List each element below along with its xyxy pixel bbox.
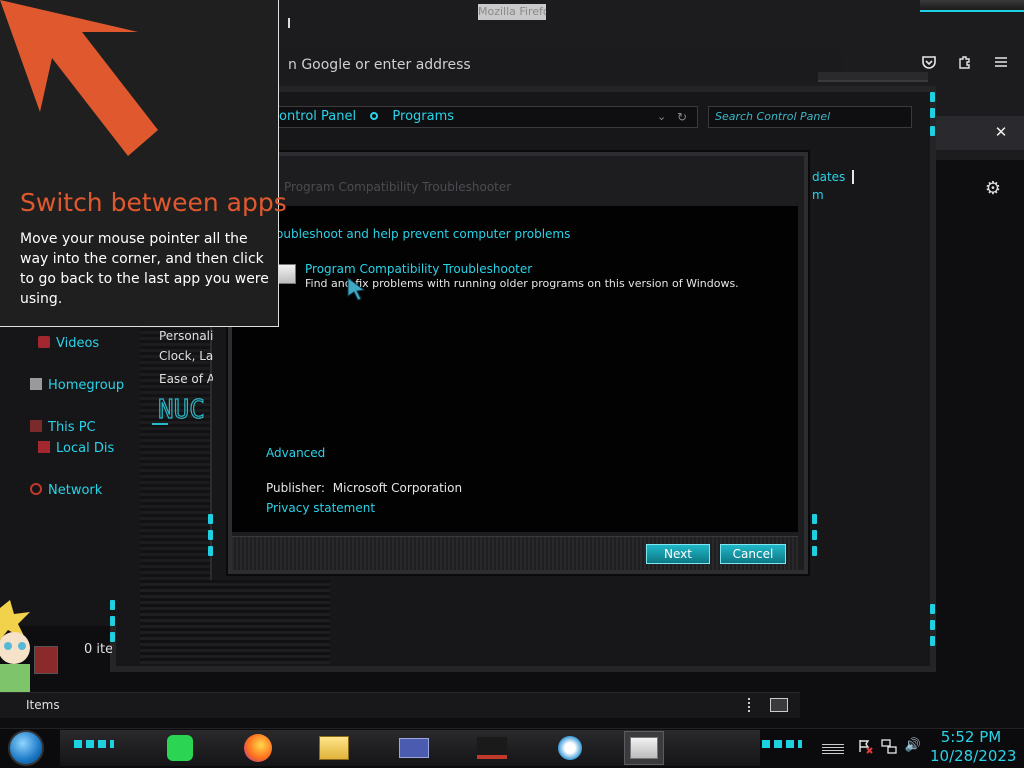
breadcrumb-separator-icon bbox=[370, 112, 379, 120]
frame-accent bbox=[812, 546, 817, 556]
nav-item-network[interactable]: Network bbox=[30, 483, 102, 498]
dialog-footer bbox=[232, 536, 798, 570]
spotify-icon[interactable] bbox=[160, 731, 200, 765]
publisher-info: Publisher: Microsoft Corporation bbox=[266, 481, 462, 495]
gear-icon[interactable]: ⚙ bbox=[980, 176, 1006, 202]
breadcrumb-programs[interactable]: Programs bbox=[392, 109, 454, 124]
frame-accent bbox=[110, 616, 115, 626]
cancel-button[interactable]: Cancel bbox=[720, 544, 786, 564]
control-panel-search-input[interactable]: Search Control Panel bbox=[708, 106, 912, 128]
taskbar-accent bbox=[74, 740, 114, 748]
firefox-icon[interactable] bbox=[238, 731, 278, 765]
publisher-value: Microsoft Corporation bbox=[332, 481, 463, 495]
control-panel-right-links: dates m bbox=[812, 168, 852, 204]
troubleshooter-item-title[interactable]: Program Compatibility Troubleshooter bbox=[305, 262, 532, 276]
status-items-label: Items bbox=[26, 698, 60, 712]
network-icon bbox=[30, 483, 42, 495]
firefox-title: Mozilla Firefox bbox=[478, 4, 546, 20]
videos-icon bbox=[38, 336, 50, 348]
frame-accent bbox=[930, 604, 935, 614]
clock-time[interactable]: 5:52 PM bbox=[940, 728, 1002, 746]
frame-accent bbox=[812, 514, 817, 524]
mouse-cursor-icon bbox=[346, 276, 368, 302]
frame-accent bbox=[930, 126, 935, 136]
window-accent-bar bbox=[920, 0, 1024, 12]
category-ease-of-access[interactable]: Ease of Ac bbox=[159, 372, 213, 386]
link-partial[interactable]: dates bbox=[812, 168, 852, 186]
nav-item-label: Homegroup bbox=[48, 378, 125, 393]
skin-logo: NUC bbox=[148, 388, 210, 430]
control-panel-icon[interactable] bbox=[394, 731, 434, 765]
next-button[interactable]: Next bbox=[646, 544, 710, 564]
disk-icon bbox=[38, 441, 50, 453]
category-personalization[interactable]: Personaliz bbox=[159, 329, 213, 343]
troubleshooter-icon bbox=[278, 264, 296, 284]
breadcrumb-control-panel[interactable]: ontrol Panel bbox=[279, 109, 356, 124]
nav-item-local-disk[interactable]: Local Dis bbox=[38, 441, 114, 456]
volume-icon[interactable]: 🔊 bbox=[904, 738, 922, 754]
close-icon[interactable]: ✕ bbox=[990, 120, 1012, 144]
file-explorer-icon[interactable] bbox=[314, 731, 354, 765]
nav-item-label: Videos bbox=[56, 336, 100, 351]
frame-accent bbox=[930, 620, 935, 630]
tab-divider bbox=[288, 18, 290, 28]
status-bar bbox=[0, 692, 800, 718]
nav-item-this-pc[interactable]: This PC bbox=[30, 420, 96, 435]
frame-accent bbox=[930, 92, 935, 102]
window-frame-top bbox=[818, 72, 928, 82]
taskbar-accent bbox=[762, 740, 802, 748]
start-button[interactable] bbox=[8, 730, 44, 766]
clock-date[interactable]: 10/28/2023 bbox=[930, 747, 1016, 765]
frame-accent bbox=[110, 632, 115, 642]
text-cursor bbox=[852, 170, 854, 184]
frame-accent bbox=[110, 600, 115, 610]
frame-accent bbox=[930, 636, 935, 646]
dialog-title: Program Compatibility Troubleshooter bbox=[284, 180, 512, 194]
homegroup-icon bbox=[30, 378, 42, 390]
items-count: 0 ite bbox=[84, 642, 112, 657]
control-panel-bottom-panel bbox=[140, 580, 330, 664]
weather-icon[interactable] bbox=[550, 731, 590, 765]
nav-item-videos[interactable]: Videos bbox=[38, 336, 99, 351]
folder-thumbnail-icon bbox=[34, 646, 58, 674]
view-large-icons-icon[interactable] bbox=[770, 698, 788, 712]
frame-accent bbox=[208, 514, 213, 524]
frame-accent bbox=[208, 546, 213, 556]
corner-arrow-icon bbox=[0, 0, 160, 160]
pc-icon bbox=[30, 420, 42, 432]
privacy-statement-link[interactable]: Privacy statement bbox=[266, 501, 375, 515]
advanced-link[interactable]: Advanced bbox=[266, 446, 325, 460]
control-panel-address-bar[interactable]: ontrol Panel Programs ⌄ ↻ bbox=[278, 106, 698, 128]
navigation-pane bbox=[0, 326, 120, 626]
refresh-icon[interactable]: ↻ bbox=[677, 107, 687, 127]
chevron-down-icon[interactable]: ⌄ bbox=[657, 107, 666, 127]
nav-item-homegroup[interactable]: Homegroup bbox=[30, 378, 124, 393]
publisher-label: Publisher: bbox=[266, 481, 325, 495]
nav-item-label: Local Dis bbox=[56, 441, 115, 456]
menu-icon[interactable] bbox=[988, 52, 1014, 78]
view-details-icon[interactable] bbox=[748, 698, 754, 712]
tip-title: Switch between apps bbox=[20, 188, 287, 217]
show-desktop-icon[interactable] bbox=[822, 742, 844, 754]
category-clock[interactable]: Clock, Lar bbox=[159, 349, 213, 363]
network-status-icon[interactable] bbox=[880, 738, 898, 754]
frame-accent bbox=[930, 108, 935, 118]
frame-accent bbox=[208, 530, 213, 540]
tip-body: Move your mouse pointer all the way into… bbox=[20, 231, 269, 307]
troubleshooter-icon[interactable] bbox=[624, 731, 664, 765]
action-center-flag-icon[interactable] bbox=[856, 738, 874, 754]
nav-item-label: Network bbox=[48, 483, 103, 498]
nav-item-label: This PC bbox=[48, 420, 96, 435]
svg-text:NUC: NUC bbox=[158, 395, 205, 425]
link-partial[interactable]: m bbox=[812, 186, 852, 204]
frame-accent bbox=[812, 530, 817, 540]
dialog-heading: oubleshoot and help prevent computer pro… bbox=[276, 227, 571, 241]
game-icon[interactable] bbox=[472, 731, 512, 765]
address-bar[interactable]: n Google or enter address bbox=[278, 50, 842, 80]
troubleshooter-item-description: Find and fix problems with running older… bbox=[305, 277, 739, 290]
extensions-icon[interactable] bbox=[952, 52, 978, 78]
